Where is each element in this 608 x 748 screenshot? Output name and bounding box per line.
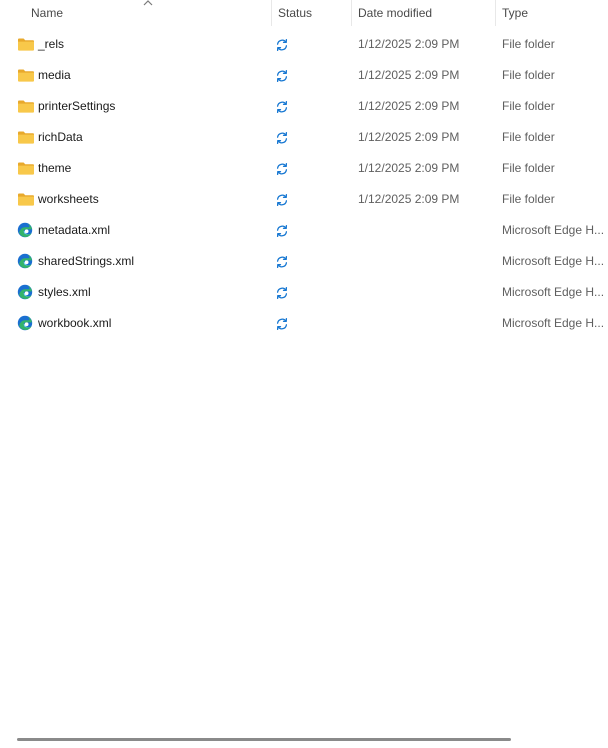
file-row[interactable]: metadata.xml Microsoft Edge H... <box>0 215 608 246</box>
sync-pending-icon <box>276 317 288 331</box>
file-name: _rels <box>38 37 65 51</box>
file-name: workbook.xml <box>38 316 112 330</box>
edge-icon <box>17 253 35 269</box>
file-type: File folder <box>502 37 555 51</box>
edge-icon <box>17 222 35 238</box>
file-name: theme <box>38 161 72 175</box>
sync-pending-icon <box>276 131 288 145</box>
file-row[interactable]: theme 1/12/2025 2:09 PM File folder <box>0 153 608 184</box>
file-row[interactable]: workbook.xml Microsoft Edge H... <box>0 308 608 339</box>
file-name: printerSettings <box>38 99 116 113</box>
file-type: File folder <box>502 68 555 82</box>
edge-icon <box>17 284 35 300</box>
file-row[interactable]: worksheets 1/12/2025 2:09 PM File folder <box>0 184 608 215</box>
file-row[interactable]: media 1/12/2025 2:09 PM File folder <box>0 60 608 91</box>
file-name: metadata.xml <box>38 223 111 237</box>
sync-pending-icon <box>276 69 288 83</box>
sync-pending-icon <box>276 162 288 176</box>
file-type: File folder <box>502 130 555 144</box>
file-row[interactable]: styles.xml Microsoft Edge H... <box>0 277 608 308</box>
file-date-modified: 1/12/2025 2:09 PM <box>358 99 460 113</box>
sync-pending-icon <box>276 286 288 300</box>
folder-icon <box>17 160 35 176</box>
folder-icon <box>17 191 35 207</box>
file-type: File folder <box>502 161 555 175</box>
file-date-modified: 1/12/2025 2:09 PM <box>358 130 460 144</box>
chevron-up-icon <box>143 0 153 6</box>
sync-pending-icon <box>276 193 288 207</box>
file-row[interactable]: richData 1/12/2025 2:09 PM File folder <box>0 122 608 153</box>
file-type: Microsoft Edge H... <box>502 254 605 268</box>
file-date-modified: 1/12/2025 2:09 PM <box>358 161 460 175</box>
file-date-modified: 1/12/2025 2:09 PM <box>358 37 460 51</box>
folder-icon <box>17 129 35 145</box>
file-row[interactable]: sharedStrings.xml Microsoft Edge H... <box>0 246 608 277</box>
file-type: Microsoft Edge H... <box>502 285 605 299</box>
edge-icon <box>17 315 35 331</box>
file-name: richData <box>38 130 83 144</box>
file-name: styles.xml <box>38 285 91 299</box>
file-name: media <box>38 68 71 82</box>
column-header-bar: Name Status Date modified Type <box>0 0 608 26</box>
column-header-status-label: Status <box>278 6 313 20</box>
column-header-type[interactable]: Type <box>496 0 608 26</box>
column-header-status[interactable]: Status <box>272 0 351 26</box>
file-date-modified: 1/12/2025 2:09 PM <box>358 192 460 206</box>
file-row[interactable]: _rels 1/12/2025 2:09 PM File folder <box>0 29 608 60</box>
folder-icon <box>17 98 35 114</box>
file-name: sharedStrings.xml <box>38 254 135 268</box>
sync-pending-icon <box>276 38 288 52</box>
file-name: worksheets <box>38 192 99 206</box>
file-type: Microsoft Edge H... <box>502 223 605 237</box>
folder-icon <box>17 36 35 52</box>
column-header-date-modified-label: Date modified <box>358 6 433 20</box>
horizontal-scrollbar[interactable] <box>17 738 511 741</box>
file-type: File folder <box>502 192 555 206</box>
file-list-pane: Name Status Date modified Type _rels 1/1… <box>0 0 608 748</box>
folder-icon <box>17 67 35 83</box>
file-row[interactable]: printerSettings 1/12/2025 2:09 PM File f… <box>0 91 608 122</box>
sync-pending-icon <box>276 100 288 114</box>
sync-pending-icon <box>276 224 288 238</box>
file-list: _rels 1/12/2025 2:09 PM File folder medi… <box>0 29 608 339</box>
file-type: Microsoft Edge H... <box>502 316 605 330</box>
file-type: File folder <box>502 99 555 113</box>
column-header-date-modified[interactable]: Date modified <box>352 0 495 26</box>
file-date-modified: 1/12/2025 2:09 PM <box>358 68 460 82</box>
sync-pending-icon <box>276 255 288 269</box>
column-header-name-label: Name <box>31 6 64 20</box>
column-header-type-label: Type <box>502 6 529 20</box>
